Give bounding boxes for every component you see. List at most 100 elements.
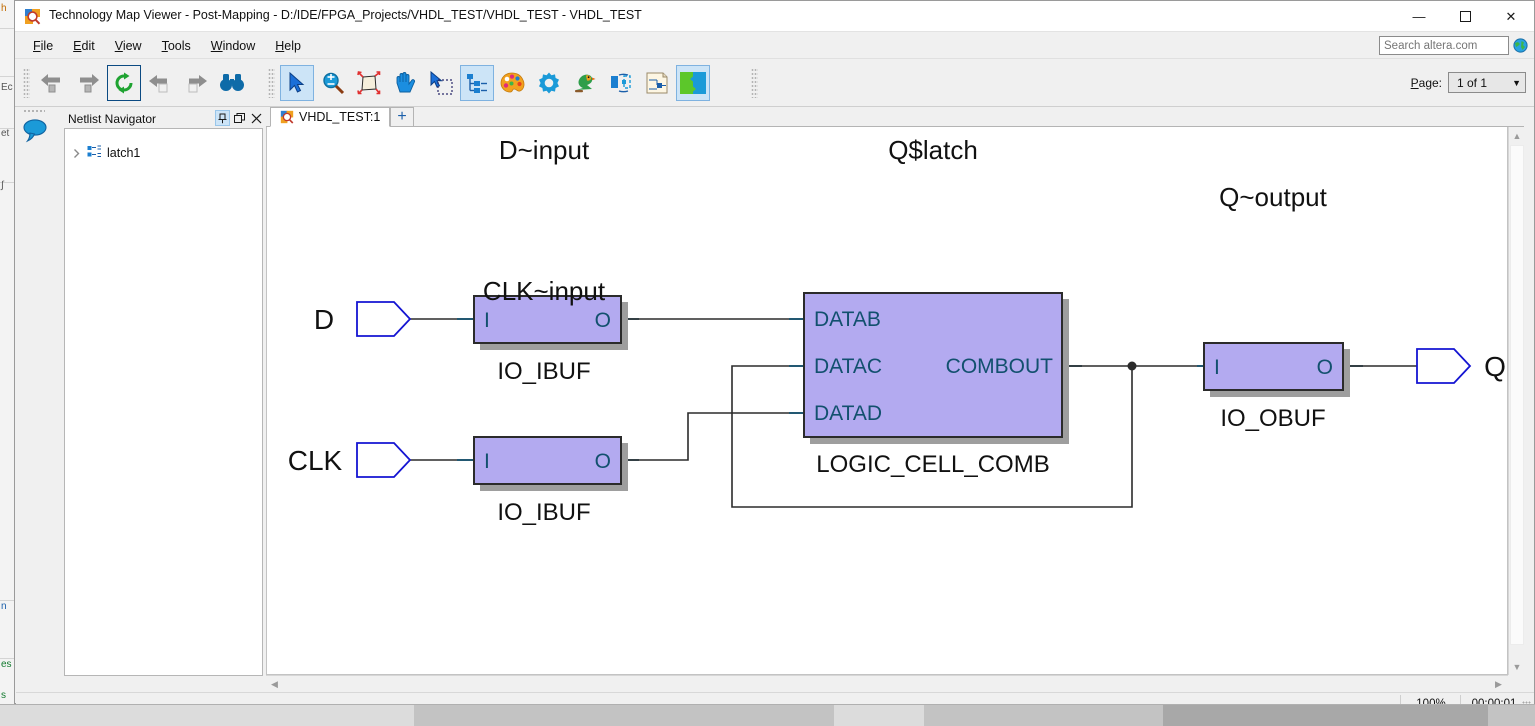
- find-binoculars-icon[interactable]: [215, 65, 249, 101]
- vertical-scroll-thumb[interactable]: [1510, 145, 1524, 645]
- technology-map-viewer-icon: [280, 110, 294, 124]
- toolbar-grip-2[interactable]: [268, 68, 275, 98]
- comment-bubble-icon[interactable]: [22, 117, 48, 143]
- schematic-page-icon[interactable]: [640, 65, 674, 101]
- taskbar-item-active[interactable]: [1163, 705, 1488, 726]
- toolbar-grip-1[interactable]: [23, 68, 30, 98]
- back-to-parent-icon[interactable]: [35, 65, 69, 101]
- taskbar-item-2[interactable]: [150, 705, 415, 726]
- close-panel-icon[interactable]: [249, 110, 264, 126]
- block-q-output-port-o: O: [1317, 356, 1333, 379]
- window-controls: — ✕: [1396, 1, 1534, 32]
- next-page-icon[interactable]: [179, 65, 213, 101]
- block-d-input[interactable]: D~input I O IO_IBUF: [473, 135, 628, 385]
- scroll-up-icon[interactable]: ▲: [1509, 127, 1525, 144]
- menu-items: File Edit View Tools Window Help: [23, 32, 311, 59]
- tree-item-latch1[interactable]: latch1: [71, 145, 140, 161]
- forward-to-child-icon[interactable]: [71, 65, 105, 101]
- toolbar-group-tools: [280, 64, 710, 102]
- color-palette-icon[interactable]: [496, 65, 530, 101]
- block-q-output[interactable]: Q~output I O IO_OBUF: [1203, 182, 1350, 432]
- panel-header: Netlist Navigator: [64, 109, 264, 128]
- scroll-down-icon[interactable]: ▼: [1509, 658, 1525, 675]
- menu-help[interactable]: Help: [265, 36, 311, 56]
- block-clk-input-port-o: O: [595, 450, 611, 473]
- canvas-horizontal-scrollbar[interactable]: ◀ ▶: [266, 675, 1508, 692]
- float-window-icon[interactable]: [232, 110, 247, 126]
- pin-d-label: D: [314, 304, 334, 335]
- bird-parrot-icon[interactable]: [568, 65, 602, 101]
- pin-q[interactable]: Q: [1416, 348, 1506, 384]
- page-selector-area: Page: 1 of 1 ▼: [1411, 72, 1526, 93]
- rail-grip[interactable]: [23, 109, 45, 114]
- schematic-drawing: .wire{stroke:#2b2b2b;stroke-width:1.6;fi…: [288, 135, 1506, 526]
- panel-buttons: [215, 110, 264, 126]
- netlist-node-icon: [87, 145, 102, 161]
- block-q-latch-port-datab: DATAB: [814, 308, 881, 331]
- block-d-input-name: D~input: [499, 135, 590, 165]
- tree-item-label: latch1: [107, 146, 141, 160]
- block-clk-input-port-i: I: [484, 450, 490, 473]
- flip-rotate-icon[interactable]: [604, 65, 638, 101]
- wire-clkinput-to-datad: [625, 412, 804, 461]
- pin-d[interactable]: D: [314, 301, 412, 337]
- refresh-icon[interactable]: [107, 65, 141, 101]
- page-select[interactable]: 1 of 1 ▼: [1448, 72, 1526, 93]
- menu-tools[interactable]: Tools: [152, 36, 201, 56]
- taskbar-item-1[interactable]: [0, 705, 151, 726]
- schematic-canvas[interactable]: .wire{stroke:#2b2b2b;stroke-width:1.6;fi…: [266, 127, 1508, 675]
- fit-in-window-icon[interactable]: [352, 65, 386, 101]
- hierarchy-tree-icon[interactable]: [460, 65, 494, 101]
- tab-label: VHDL_TEST:1: [299, 110, 381, 124]
- taskbar: [0, 704, 1535, 726]
- rubber-band-select-icon[interactable]: [424, 65, 458, 101]
- menu-window[interactable]: Window: [201, 36, 265, 56]
- previous-page-icon[interactable]: [143, 65, 177, 101]
- block-q-latch-type: LOGIC_CELL_COMB: [816, 451, 1049, 478]
- block-q-latch-port-datad: DATAD: [814, 402, 882, 425]
- block-d-input-port-i: I: [484, 309, 490, 332]
- toolbar: Page: 1 of 1 ▼: [15, 59, 1534, 107]
- netlist-tree[interactable]: latch1: [64, 128, 263, 676]
- globe-icon[interactable]: [1513, 38, 1528, 53]
- zoom-magnifier-icon[interactable]: [316, 65, 350, 101]
- netlist-navigator-panel: Netlist Navigator latch1: [52, 107, 265, 679]
- add-tab-button[interactable]: +: [390, 107, 414, 127]
- technology-map-viewer-icon: [24, 8, 41, 25]
- scroll-right-icon[interactable]: ▶: [1490, 676, 1507, 692]
- pin-d-shape: [356, 301, 412, 337]
- page-value: 1 of 1: [1457, 75, 1488, 90]
- hand-pan-icon[interactable]: [388, 65, 422, 101]
- block-clk-input-type: IO_IBUF: [497, 499, 590, 526]
- menu-file[interactable]: File: [23, 36, 63, 56]
- window-title: Technology Map Viewer - Post-Mapping - D…: [49, 8, 642, 22]
- menu-view[interactable]: View: [105, 36, 152, 56]
- taskbar-item-3[interactable]: [414, 705, 835, 726]
- chevron-right-icon[interactable]: [71, 148, 82, 159]
- settings-gear-icon[interactable]: [532, 65, 566, 101]
- pin-clk[interactable]: CLK: [288, 442, 412, 478]
- toolbar-group-navigation: [35, 64, 249, 102]
- maximize-button[interactable]: [1442, 1, 1488, 32]
- select-arrow-icon[interactable]: [280, 65, 314, 101]
- pin-q-label: Q: [1484, 351, 1506, 382]
- taskbar-item-4[interactable]: [834, 705, 925, 726]
- expand-collapse-icon[interactable]: [676, 65, 710, 101]
- block-q-latch-name: Q$latch: [888, 135, 978, 165]
- application-window: h Ec et ∫ n es s Technology Map Viewer -…: [0, 0, 1535, 726]
- minimize-button[interactable]: —: [1396, 1, 1442, 32]
- pin-icon[interactable]: [215, 110, 230, 126]
- menu-edit[interactable]: Edit: [63, 36, 105, 56]
- canvas-vertical-scrollbar[interactable]: ▲ ▼: [1508, 127, 1524, 675]
- left-icon-rail: [16, 107, 53, 679]
- block-q-latch[interactable]: Q$latch DATAB DATAC DATAD COMBOUT LOGIC_…: [803, 135, 1069, 478]
- close-button[interactable]: ✕: [1488, 1, 1534, 32]
- pin-clk-label: CLK: [288, 445, 343, 476]
- scroll-left-icon[interactable]: ◀: [266, 676, 283, 692]
- search-input[interactable]: [1379, 36, 1509, 55]
- block-clk-input-name: CLK~input: [483, 276, 606, 306]
- tab-vhdl-test[interactable]: VHDL_TEST:1: [270, 107, 391, 127]
- menu-bar: File Edit View Tools Window Help: [15, 32, 1534, 59]
- toolbar-grip-3[interactable]: [751, 68, 758, 98]
- chevron-down-icon: ▼: [1512, 77, 1521, 88]
